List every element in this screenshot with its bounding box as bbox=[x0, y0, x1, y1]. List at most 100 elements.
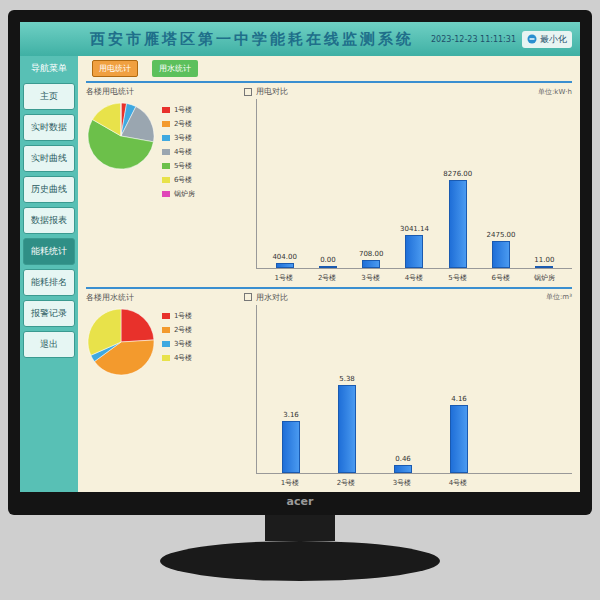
bar-column-item: 3041.14 bbox=[393, 225, 436, 267]
square-icon bbox=[244, 88, 252, 96]
sidebar-item[interactable]: 实时曲线 bbox=[23, 145, 75, 172]
category-label: 1号楼 bbox=[262, 273, 305, 283]
pie-row: 1号楼2号楼3号楼4号楼5号楼6号楼锅炉房 bbox=[86, 101, 236, 199]
legend-label: 4号楼 bbox=[174, 147, 192, 157]
bar bbox=[319, 266, 337, 268]
legend: 1号楼 2号楼 3号楼 4号楼 bbox=[162, 307, 192, 363]
pie-slice bbox=[88, 309, 121, 355]
bar-columns: 3.165.380.464.16 bbox=[257, 305, 572, 475]
legend-item: 4号楼 bbox=[162, 147, 195, 157]
bar bbox=[450, 405, 468, 473]
bar-column-item: 5.38 bbox=[319, 375, 375, 473]
legend-label: 6号楼 bbox=[174, 175, 192, 185]
legend-swatch bbox=[162, 313, 170, 319]
pie-chart bbox=[86, 307, 156, 377]
bar-value: 404.00 bbox=[272, 253, 297, 261]
datetime: 2023-12-23 11:11:31 bbox=[431, 35, 516, 44]
category-label: 3号楼 bbox=[349, 273, 392, 283]
panel-body: 各楼用电统计 1号楼2号楼3号楼4号楼5号楼6号楼锅炉房用电对比单位:kW·h 40… bbox=[86, 86, 572, 283]
bar-column-item: 708.00 bbox=[350, 250, 393, 268]
bar-value: 4.16 bbox=[451, 395, 467, 403]
bar-column: 用水对比单位:m³3.165.380.464.161号楼2号楼3号楼4号楼 bbox=[244, 292, 572, 489]
pie-column: 各楼用电统计1号楼2号楼3号楼4号楼5号楼6号楼锅炉房 bbox=[86, 86, 236, 283]
pie-chart bbox=[86, 101, 156, 171]
stat-panel: 各楼用电统计 1号楼2号楼3号楼4号楼5号楼6号楼锅炉房用电对比单位:kW·h 40… bbox=[86, 81, 572, 283]
panel-body: 各楼用水统计1号楼2号楼3号楼4号楼用水对比单位:m³3.165.380.464… bbox=[86, 292, 572, 489]
legend-item: 6号楼 bbox=[162, 175, 195, 185]
bar-value: 0.00 bbox=[320, 256, 336, 264]
sidebar-item[interactable]: 能耗排名 bbox=[23, 269, 75, 296]
legend-swatch bbox=[162, 163, 170, 169]
bar bbox=[282, 421, 300, 473]
pie-title: 各楼用水统计 bbox=[86, 292, 236, 303]
top-button[interactable]: 用电统计 bbox=[92, 60, 138, 77]
bar-title: 用水对比 bbox=[244, 292, 288, 303]
category-row: 1号楼2号楼3号楼4号楼5号楼6号楼锅炉房 bbox=[244, 271, 572, 283]
legend-swatch bbox=[162, 341, 170, 347]
bar bbox=[535, 266, 553, 268]
sidebar-item[interactable]: 能耗统计 bbox=[23, 238, 75, 265]
bar-column-item: 8276.00 bbox=[436, 170, 479, 268]
bar bbox=[394, 465, 412, 473]
bar-column-item: 3.16 bbox=[263, 411, 319, 473]
page: 西安市雁塔区第一中学能耗在线监测系统 2023-12-23 11:11:31 最小化… bbox=[0, 0, 600, 600]
bar-value: 2475.00 bbox=[487, 231, 516, 239]
legend-label: 4号楼 bbox=[174, 353, 192, 363]
legend-item: 5号楼 bbox=[162, 161, 195, 171]
bar-value: 8276.00 bbox=[443, 170, 472, 178]
pie-title: 各楼用电统计 bbox=[86, 86, 236, 97]
window-title: 西安市雁塔区第一中学能耗在线监测系统 bbox=[90, 30, 414, 49]
category-label: 2号楼 bbox=[318, 478, 374, 488]
sidebar-item[interactable]: 主页 bbox=[23, 83, 75, 110]
legend-label: 3号楼 bbox=[174, 339, 192, 349]
pie-row: 1号楼 2号楼 3号楼 4号楼 bbox=[86, 307, 236, 377]
bar-column-item: 404.00 bbox=[263, 253, 306, 267]
legend-swatch bbox=[162, 107, 170, 113]
legend-item: 3号楼 bbox=[162, 339, 192, 349]
sidebar-item[interactable]: 历史曲线 bbox=[23, 176, 75, 203]
legend-swatch bbox=[162, 327, 170, 333]
bar bbox=[449, 180, 467, 268]
legend-label: 2号楼 bbox=[174, 325, 192, 335]
legend-item: 1号楼 bbox=[162, 311, 192, 321]
main: 用电统计用水统计各楼用电统计1号楼2号楼3号楼4号楼5号楼6号楼锅炉房用电对比单… bbox=[78, 56, 580, 492]
sidebar-item[interactable]: 数据报表 bbox=[23, 207, 75, 234]
sidebar-item[interactable]: 退出 bbox=[23, 331, 75, 358]
pie-column: 各楼用水统计 1号楼 2号楼 3号楼 4号楼 bbox=[86, 292, 236, 489]
minimize-button[interactable]: 最小化 bbox=[522, 31, 572, 48]
category-label: 3号楼 bbox=[374, 478, 430, 488]
category-label: 6号楼 bbox=[479, 273, 522, 283]
pie-slice bbox=[121, 309, 154, 342]
legend-swatch bbox=[162, 149, 170, 155]
square-icon bbox=[244, 293, 252, 301]
bar-column: 用电对比单位:kW·h 404.00 0.00 708.003041.14 8276.0… bbox=[244, 86, 572, 283]
title-right: 2023-12-23 11:11:31 最小化 bbox=[431, 31, 572, 48]
brand-logo: acer bbox=[287, 492, 314, 511]
unit-label: 单位:kW·h bbox=[538, 87, 572, 97]
sidebar-item[interactable]: 报警记录 bbox=[23, 300, 75, 327]
pie-slice bbox=[120, 103, 121, 136]
legend-label: 1号楼 bbox=[174, 105, 192, 115]
bar bbox=[276, 263, 294, 267]
legend-item: 2号楼 bbox=[162, 325, 192, 335]
unit-label: 单位:m³ bbox=[546, 292, 572, 302]
top-button[interactable]: 用水统计 bbox=[152, 60, 198, 77]
legend-label: 3号楼 bbox=[174, 133, 192, 143]
legend-item: 4号楼 bbox=[162, 353, 192, 363]
legend-swatch bbox=[162, 135, 170, 141]
bar-value: 3.16 bbox=[283, 411, 299, 419]
category-label: 4号楼 bbox=[392, 273, 435, 283]
body: 导航菜单主页实时数据实时曲线历史曲线数据报表能耗统计能耗排名报警记录退出用电统计… bbox=[20, 56, 580, 492]
stat-panel: 各楼用水统计1号楼2号楼3号楼4号楼用水对比单位:m³3.165.380.464… bbox=[86, 287, 572, 489]
legend-item: 3号楼 bbox=[162, 133, 195, 143]
bar-value: 11.00 bbox=[534, 256, 554, 264]
category-label: 4号楼 bbox=[430, 478, 486, 488]
category-label: 锅炉房 bbox=[523, 273, 566, 283]
bar-header: 用电对比单位:kW·h bbox=[244, 86, 572, 97]
monitor-bezel: 西安市雁塔区第一中学能耗在线监测系统 2023-12-23 11:11:31 最小化… bbox=[8, 10, 592, 515]
sidebar-item[interactable]: 实时数据 bbox=[23, 114, 75, 141]
screen: 西安市雁塔区第一中学能耗在线监测系统 2023-12-23 11:11:31 最小化… bbox=[20, 22, 580, 492]
bar-chart: 404.00 0.00 708.003041.14 8276.00 2475.00 11.… bbox=[256, 99, 572, 269]
bar bbox=[362, 260, 380, 268]
bar-column-item: 0.00 bbox=[306, 256, 349, 268]
